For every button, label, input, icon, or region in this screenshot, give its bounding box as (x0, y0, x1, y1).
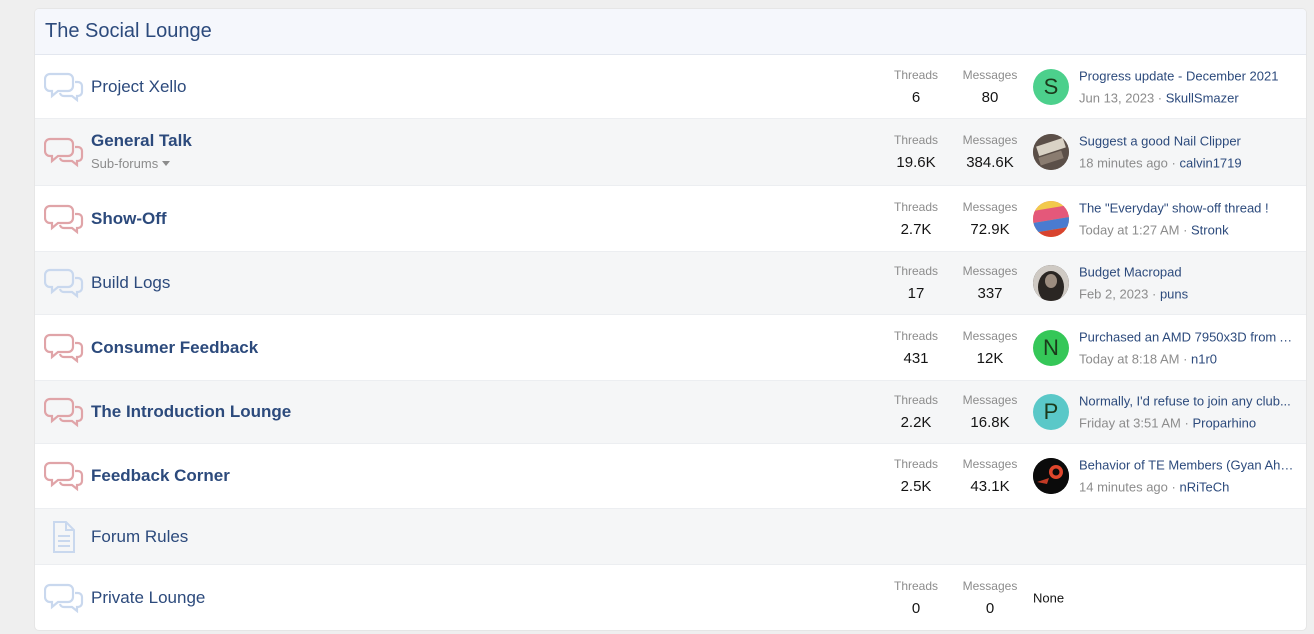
forum-unread-icon (44, 461, 84, 492)
messages-stat: Messages 16.8K (962, 393, 1018, 431)
avatar[interactable] (1033, 200, 1069, 237)
last-post-date[interactable]: 14 minutes ago (1079, 480, 1168, 495)
messages-stat: Messages 12K (962, 328, 1018, 367)
page-node-forum-rules: Forum Rules (35, 509, 1306, 565)
last-post-user[interactable]: n1r0 (1191, 351, 1217, 366)
forum-node-introduction-lounge: The Introduction Lounge Threads 2.2K Mess… (35, 381, 1306, 444)
avatar[interactable]: P (1033, 394, 1069, 430)
forum-unread-icon (44, 397, 84, 428)
last-post-user[interactable]: Stronk (1191, 222, 1229, 237)
last-post: Progress update - December 2021 Jun 13, … (1079, 68, 1295, 105)
avatar[interactable]: S (1033, 68, 1069, 105)
node-title[interactable]: Feedback Corner (91, 466, 230, 486)
forum-category-block: The Social Lounge Project Xello Threads 6… (35, 9, 1306, 630)
last-post: Purchased an AMD 7950x3D from Amazon Tod… (1079, 329, 1295, 366)
threads-stat: Threads 2.5K (893, 457, 939, 495)
avatar[interactable] (1033, 458, 1069, 494)
threads-stat: Threads 2.2K (893, 393, 939, 431)
last-post-date[interactable]: Today at 1:27 AM (1079, 222, 1179, 237)
last-post: Behavior of TE Members (Gyan Ahmed) 14 m… (1079, 457, 1295, 495)
last-post-title[interactable]: Suggest a good Nail Clipper (1079, 134, 1295, 149)
chevron-down-icon (162, 161, 171, 166)
forum-read-icon (44, 583, 84, 613)
last-post: Normally, I'd refuse to join any club...… (1079, 394, 1295, 431)
page-icon (53, 520, 75, 553)
last-post-user[interactable]: calvin1719 (1179, 156, 1241, 171)
category-title[interactable]: The Social Lounge (45, 20, 212, 43)
forum-node-show-off: Show-Off Threads 2.7K Messages 72.9K The "… (35, 186, 1306, 252)
forum-node-consumer-feedback: Consumer Feedback Threads 431 Messages 12K… (35, 315, 1306, 381)
threads-stat: Threads 0 (893, 578, 939, 617)
messages-stat: Messages 43.1K (962, 457, 1018, 495)
last-post-date[interactable]: Friday at 3:51 AM (1079, 416, 1181, 431)
forum-node-general-talk: General Talk Sub-forums Threads 19.6K Mes… (35, 119, 1306, 186)
node-title[interactable]: The Introduction Lounge (91, 402, 291, 422)
threads-stat: Threads 2.7K (893, 199, 939, 238)
messages-stat: Messages 337 (962, 264, 1018, 302)
last-post-date[interactable]: Jun 13, 2023 (1079, 90, 1154, 105)
subforums-dropdown[interactable]: Sub-forums (91, 156, 171, 171)
avatar[interactable]: N (1033, 329, 1069, 366)
node-title[interactable]: Show-Off (91, 209, 167, 229)
avatar[interactable] (1033, 134, 1069, 170)
messages-stat: Messages 80 (962, 67, 1018, 106)
node-title[interactable]: Private Lounge (91, 588, 205, 608)
forum-read-icon (44, 72, 84, 102)
last-post-title[interactable]: Budget Macropad (1079, 265, 1295, 280)
last-post: Budget Macropad Feb 2, 2023 · puns (1079, 265, 1295, 302)
forum-node-feedback-corner: Feedback Corner Threads 2.5K Messages 43.1… (35, 444, 1306, 509)
last-post-title[interactable]: Behavior of TE Members (Gyan Ahmed) (1079, 458, 1295, 473)
forum-node-private-lounge: Private Lounge Threads 0 Messages 0 None (35, 565, 1306, 630)
last-post-date[interactable]: Today at 8:18 AM (1079, 351, 1179, 366)
forum-unread-icon (44, 204, 84, 234)
last-post-date[interactable]: 18 minutes ago (1079, 156, 1168, 171)
last-post: Suggest a good Nail Clipper 18 minutes a… (1079, 134, 1295, 171)
no-last-post: None (1033, 590, 1065, 605)
forum-unread-icon (44, 333, 84, 363)
last-post-user[interactable]: puns (1160, 287, 1188, 302)
messages-stat: Messages 72.9K (962, 199, 1018, 238)
last-post-user[interactable]: nRiTeCh (1179, 480, 1229, 495)
last-post: The "Everyday" show-off thread ! Today a… (1079, 200, 1295, 237)
node-title[interactable]: Consumer Feedback (91, 338, 258, 358)
last-post-title[interactable]: Progress update - December 2021 (1079, 68, 1295, 83)
category-header: The Social Lounge (35, 9, 1306, 55)
forum-node-build-logs: Build Logs Threads 17 Messages 337 Budget … (35, 252, 1306, 315)
messages-stat: Messages 384.6K (962, 133, 1018, 171)
threads-stat: Threads 6 (893, 67, 939, 106)
messages-stat: Messages 0 (962, 578, 1018, 617)
threads-stat: Threads 19.6K (893, 133, 939, 171)
last-post-date[interactable]: Feb 2, 2023 (1079, 287, 1148, 302)
last-post-title[interactable]: The "Everyday" show-off thread ! (1079, 200, 1295, 215)
last-post-user[interactable]: SkullSmazer (1166, 90, 1239, 105)
node-title[interactable]: Forum Rules (91, 527, 188, 547)
node-title[interactable]: General Talk (91, 131, 192, 151)
forum-read-icon (44, 268, 84, 299)
threads-stat: Threads 17 (893, 264, 939, 302)
node-title[interactable]: Build Logs (91, 273, 170, 293)
threads-stat: Threads 431 (893, 328, 939, 367)
node-title[interactable]: Project Xello (91, 77, 186, 97)
forum-node-project-xello: Project Xello Threads 6 Messages 80 S Prog… (35, 55, 1306, 119)
last-post-user[interactable]: Proparhino (1192, 416, 1256, 431)
forum-unread-icon (44, 137, 84, 168)
avatar[interactable] (1033, 265, 1069, 301)
last-post-title[interactable]: Normally, I'd refuse to join any club... (1079, 394, 1295, 409)
last-post-title[interactable]: Purchased an AMD 7950x3D from Amazon (1079, 329, 1295, 344)
